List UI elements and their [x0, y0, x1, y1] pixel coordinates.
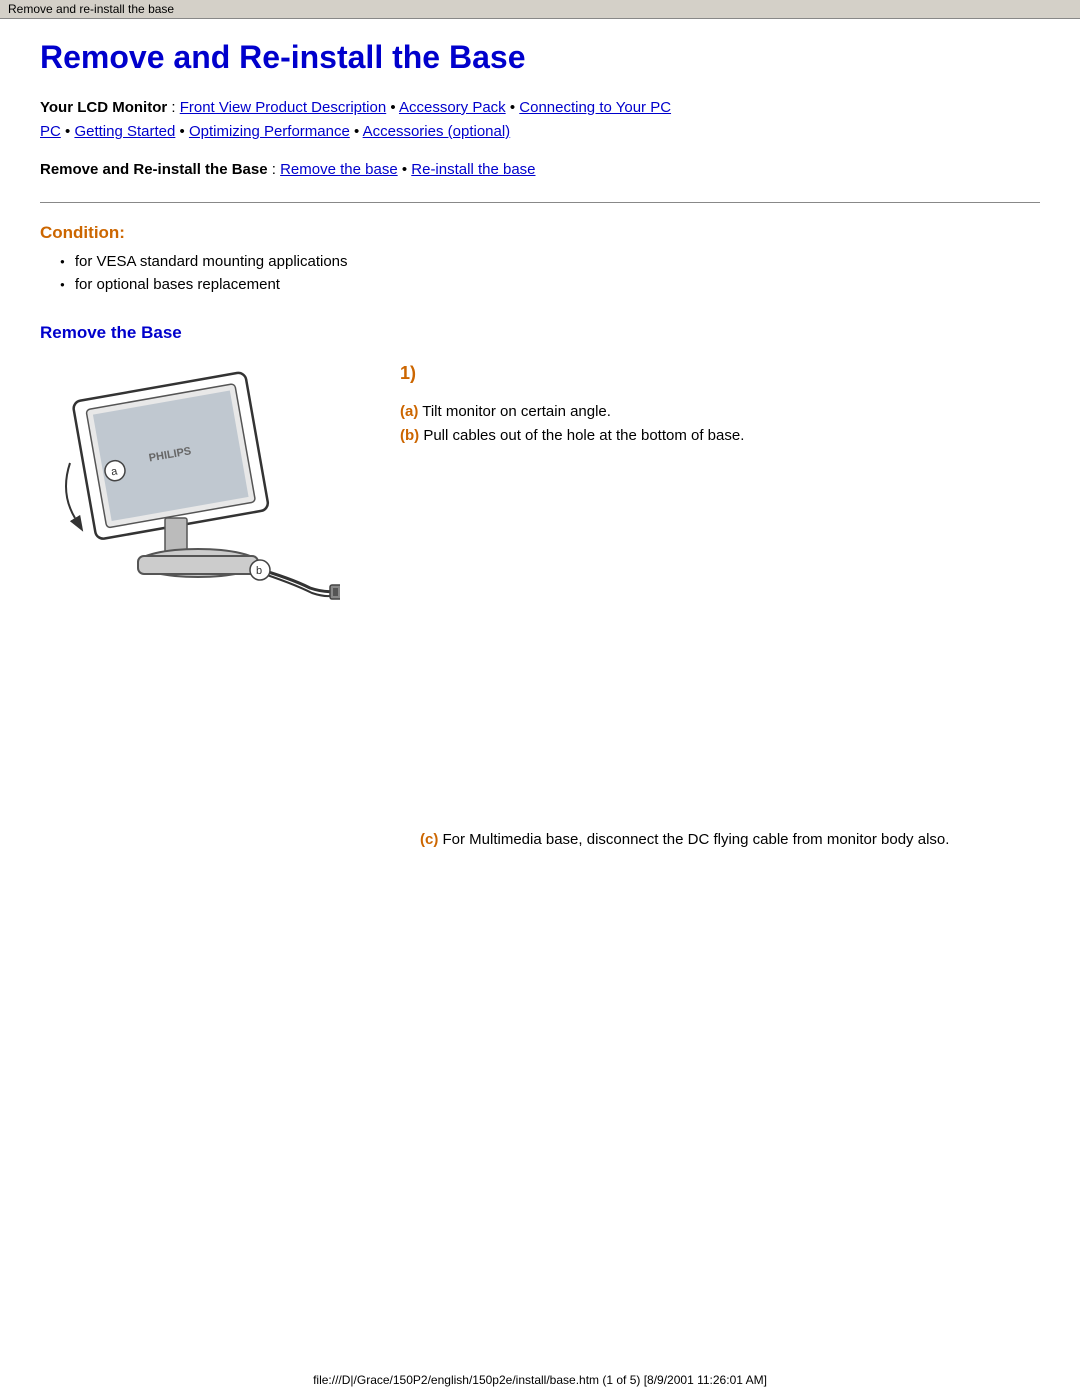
monitor-svg: PHILIPS a [40, 363, 340, 623]
step-b-label: (b) [400, 427, 419, 444]
page-title: Remove and Re-install the Base [40, 39, 1040, 76]
step-c-label: (c) [420, 831, 438, 848]
your-lcd-label: Your LCD Monitor [40, 99, 167, 116]
nav-link-connecting[interactable]: Connecting to Your PC [519, 99, 671, 116]
condition-item-1: for VESA standard mounting applications [60, 253, 1040, 270]
step-number: 1) [400, 363, 1040, 384]
step-b-description: Pull cables out of the hole at the botto… [419, 427, 744, 444]
nav-link-optimizing[interactable]: Optimizing Performance [189, 123, 350, 140]
sub-nav-remove[interactable]: Remove the base [280, 161, 398, 178]
step-c-container: (c) For Multimedia base, disconnect the … [40, 828, 1040, 852]
browser-bar-text: Remove and re-install the base [8, 2, 174, 16]
footer-text: file:///D|/Grace/150P2/english/150p2e/in… [313, 1373, 767, 1387]
sub-nav-block: Remove and Re-install the Base : Remove … [40, 158, 1040, 182]
footer: file:///D|/Grace/150P2/english/150p2e/in… [0, 1373, 1080, 1387]
step-a-description: Tilt monitor on certain angle. [418, 403, 611, 420]
nav-link-getting-started[interactable]: Getting Started [74, 123, 175, 140]
monitor-image: PHILIPS a [40, 363, 360, 628]
remove-base-title: Remove the Base [40, 323, 1040, 343]
nav-link-accessory[interactable]: Accessory Pack [399, 99, 506, 116]
nav-link-front-view[interactable]: Front View Product Description [180, 99, 386, 116]
nav-link-accessories[interactable]: Accessories (optional) [363, 123, 511, 140]
step-a-text: (a) Tilt monitor on certain angle. (b) P… [400, 400, 1040, 448]
step-a-label: (a) [400, 403, 418, 420]
condition-list: for VESA standard mounting applications … [60, 253, 1040, 293]
sub-nav-label: Remove and Re-install the Base [40, 161, 268, 178]
step-1-container: PHILIPS a [40, 363, 1040, 628]
condition-title: Condition: [40, 223, 1040, 243]
step-c-text: (c) For Multimedia base, disconnect the … [420, 828, 1040, 852]
step-1-instructions: 1) (a) Tilt monitor on certain angle. (b… [400, 363, 1040, 448]
svg-text:b: b [256, 565, 262, 577]
condition-item-2: for optional bases replacement [60, 276, 1040, 293]
browser-bar: Remove and re-install the base [0, 0, 1080, 19]
sub-nav-reinstall[interactable]: Re-install the base [411, 161, 535, 178]
nav-links-block: Your LCD Monitor : Front View Product De… [40, 96, 1040, 144]
nav-link-pc[interactable]: PC [40, 123, 61, 140]
divider [40, 202, 1040, 203]
step-c-description: For Multimedia base, disconnect the DC f… [438, 831, 949, 848]
